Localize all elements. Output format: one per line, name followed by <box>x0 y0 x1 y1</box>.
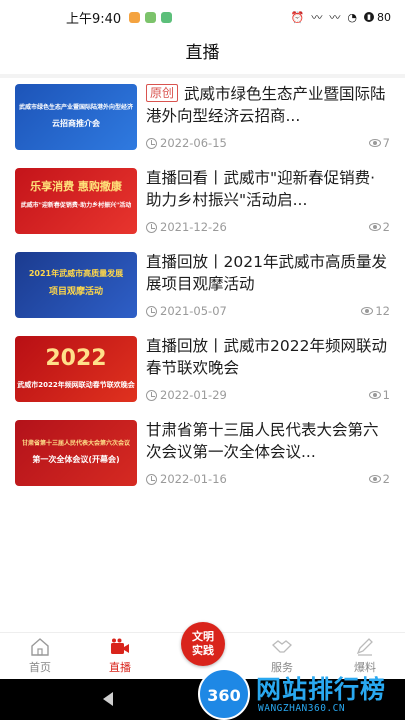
app-notification-icon <box>161 11 173 23</box>
thumbnail-headline: 乐享消费 惠购撒康 <box>30 180 122 193</box>
view-count: 2 <box>382 220 390 234</box>
thumbnail-headline: 2022 <box>45 346 107 371</box>
eye-icon <box>368 139 381 147</box>
view-count: 7 <box>382 136 390 150</box>
clock-icon <box>146 305 157 317</box>
item-views: 2 <box>368 220 390 234</box>
divider <box>0 74 405 78</box>
thumbnail-headline: 甘肃省第十三届人民代表大会第六次会议 <box>21 440 130 447</box>
item-title-text: 武威市绿色生态产业暨国际陆港外向型经济云招商... <box>146 85 386 125</box>
status-indicators: ⏰ 〰 〰 ◔ ▮ 80 <box>291 11 391 24</box>
watermark-subtext: WANGZHAN360.CN <box>258 703 346 714</box>
item-thumbnail: 甘肃省第十三届人民代表大会第六次会议 第一次全体会议(开幕会) <box>15 420 137 486</box>
item-title-text: 直播回放丨2021年武威市高质量发展项目观摩活动 <box>146 253 387 293</box>
nav-home[interactable]: 首页 <box>10 637 70 675</box>
item-date: 2022-06-15 <box>160 136 227 150</box>
view-count: 12 <box>375 304 390 318</box>
battery-level: 80 <box>377 10 391 24</box>
item-title[interactable]: 直播回看丨武威市"迎新春促销费·助力乡村振兴"活动启... <box>146 167 390 211</box>
page-title: 直播 <box>185 43 220 63</box>
status-time: 上午9:40 <box>66 11 122 27</box>
alarm-icon: ⏰ <box>290 10 305 24</box>
item-thumbnail: 武威市绿色生态产业暨国际陆港外向型经济 云招商推介会 <box>15 84 137 150</box>
watermark-text: 网站排行榜 <box>256 675 387 704</box>
list-item[interactable]: 2021年武威市高质量发展 项目观摩活动 直播回放丨2021年武威市高质量发展项目观… <box>0 248 405 332</box>
item-meta: 2022-01-29 1 <box>146 387 390 403</box>
eye-icon <box>361 307 374 315</box>
item-thumbnail: 2021年武威市高质量发展 项目观摩活动 <box>15 252 137 318</box>
item-meta: 2021-12-26 2 <box>146 219 390 235</box>
item-meta: 2022-01-16 2 <box>146 471 390 487</box>
app-notification-icon <box>145 11 157 23</box>
view-count: 1 <box>382 388 390 402</box>
item-views: 7 <box>368 136 390 150</box>
nav-home-label: 首页 <box>29 661 51 674</box>
nav-live[interactable]: 直播 <box>90 637 150 675</box>
view-count: 2 <box>382 472 390 486</box>
list-item[interactable]: 武威市绿色生态产业暨国际陆港外向型经济 云招商推介会 原创 武威市绿色生态产业暨国际陆… <box>0 80 405 164</box>
clock-icon <box>146 137 157 149</box>
status-bar: 上午9:40 ⏰ 〰 〰 ◔ ▮ 80 <box>0 0 405 34</box>
item-title[interactable]: 直播回放丨2021年武威市高质量发展项目观摩活动 <box>146 251 390 295</box>
eye-icon <box>368 223 381 231</box>
item-title[interactable]: 直播回放丨武威市2022年频网联动春节联欢晚会 <box>146 335 390 379</box>
nav-center-label: 文明实践 <box>192 630 214 657</box>
status-app-icons <box>129 11 173 23</box>
item-title[interactable]: 甘肃省第十三届人民代表大会第六次会议第一次全体会议... <box>146 419 390 463</box>
item-title-text: 直播回放丨武威市2022年频网联动春节联欢晚会 <box>146 337 387 377</box>
item-date: 2021-12-26 <box>160 220 227 234</box>
item-date: 2021-05-07 <box>160 304 227 318</box>
list-item[interactable]: 甘肃省第十三届人民代表大会第六次会议 第一次全体会议(开幕会) 甘肃省第十三届人民代… <box>0 416 405 500</box>
nav-live-label: 直播 <box>109 661 131 674</box>
clock-icon <box>146 389 157 401</box>
item-title-text: 甘肃省第十三届人民代表大会第六次会议第一次全体会议... <box>146 421 379 461</box>
original-badge: 原创 <box>146 84 179 102</box>
battery-indicator: ▮ 80 <box>364 11 391 24</box>
item-views: 12 <box>361 304 390 318</box>
watermark: 360 网站排行榜 WANGZHAN360.CN <box>198 668 405 720</box>
item-thumbnail: 2022 武威市2022年频网联动春节联欢晚会 <box>15 336 137 402</box>
video-camera-icon <box>111 638 129 654</box>
eye-icon <box>368 475 381 483</box>
thumbnail-headline: 2021年武威市高质量发展 <box>28 269 124 278</box>
signal-icon: 〰 <box>311 10 323 24</box>
back-icon[interactable] <box>103 692 113 706</box>
item-date: 2022-01-16 <box>160 472 227 486</box>
item-title[interactable]: 原创 武威市绿色生态产业暨国际陆港外向型经济云招商... <box>146 83 390 127</box>
thumbnail-subline: 武威市"迎新春促销费·助力乡村振兴"活动 <box>20 202 132 209</box>
list-item[interactable]: 乐享消费 惠购撒康 武威市"迎新春促销费·助力乡村振兴"活动 直播回看丨武威市"迎新… <box>0 164 405 248</box>
clock-icon <box>146 221 157 233</box>
edit-icon <box>356 638 373 656</box>
item-meta: 2022-06-15 7 <box>146 135 390 151</box>
thumbnail-subline: 第一次全体会议(开幕会) <box>32 455 120 464</box>
item-views: 1 <box>368 388 390 402</box>
signal-icon: 〰 <box>329 10 341 24</box>
app-notification-icon <box>129 11 141 23</box>
home-icon <box>31 638 49 656</box>
handshake-icon <box>272 640 292 653</box>
list-item[interactable]: 2022 武威市2022年频网联动春节联欢晚会 直播回放丨武威市2022年频网联动春… <box>0 332 405 416</box>
item-date: 2022-01-29 <box>160 388 227 402</box>
item-views: 2 <box>368 472 390 486</box>
eye-icon <box>368 391 381 399</box>
thumbnail-subline: 武威市2022年频网联动春节联欢晚会 <box>17 381 135 389</box>
nav-civilization-practice-button[interactable]: 文明实践 <box>181 622 225 666</box>
live-list: 武威市绿色生态产业暨国际陆港外向型经济 云招商推介会 原创 武威市绿色生态产业暨国际陆… <box>0 80 405 500</box>
thumbnail-subline: 项目观摩活动 <box>48 287 103 297</box>
clock-icon <box>146 473 157 485</box>
thumbnail-subline: 云招商推介会 <box>52 119 100 128</box>
battery-icon: ▮ <box>364 12 374 22</box>
watermark-logo: 360 <box>198 668 250 720</box>
wifi-icon: ◔ <box>347 10 357 24</box>
item-thumbnail: 乐享消费 惠购撒康武威市"迎新春促销费·助力乡村振兴"活动 <box>15 168 137 234</box>
item-title-text: 直播回看丨武威市"迎新春促销费·助力乡村振兴"活动启... <box>146 169 376 209</box>
thumbnail-headline: 武威市绿色生态产业暨国际陆港外向型经济 <box>18 104 133 111</box>
item-meta: 2021-05-07 12 <box>146 303 390 319</box>
